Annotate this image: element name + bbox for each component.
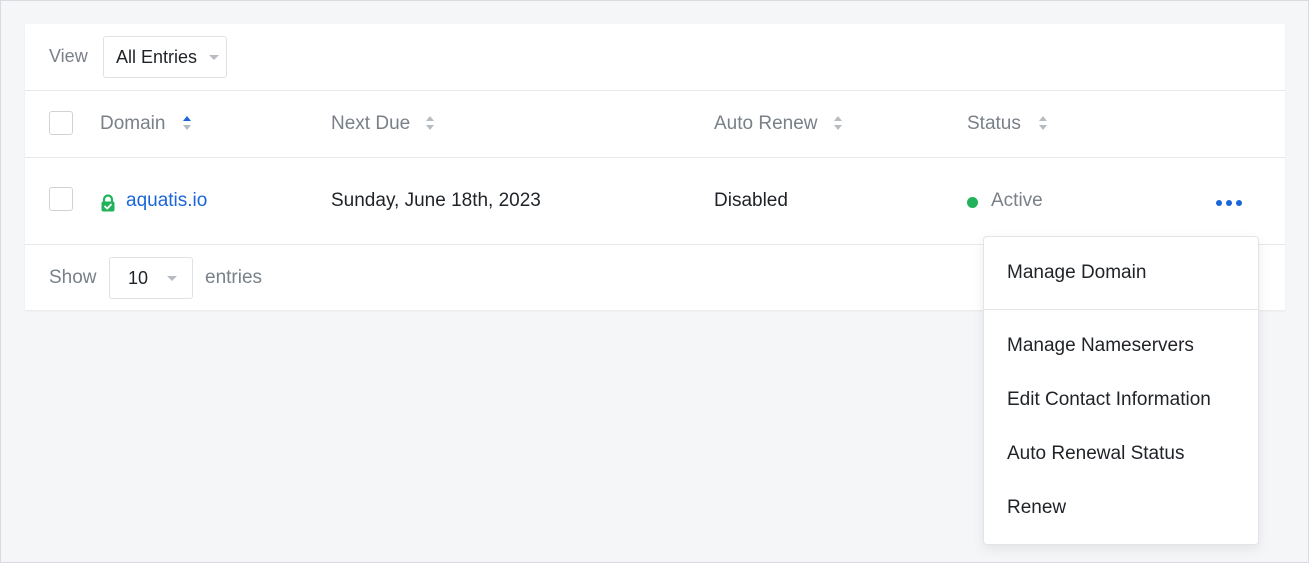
column-header-next-due[interactable]: Next Due xyxy=(331,113,410,135)
domain-link[interactable]: aquatis.io xyxy=(126,190,207,212)
more-actions-button[interactable] xyxy=(1209,190,1249,214)
chevron-down-icon xyxy=(167,276,177,281)
menu-item-manage-nameservers[interactable]: Manage Nameservers xyxy=(1007,335,1194,357)
auto-renew-value: Disabled xyxy=(714,190,788,211)
sort-icon[interactable] xyxy=(182,113,192,133)
select-all-checkbox[interactable] xyxy=(49,111,73,135)
view-select-value: All Entries xyxy=(116,47,198,67)
row-actions-menu: Manage Domain Manage Nameservers Edit Co… xyxy=(983,236,1259,545)
page-size-select[interactable]: 10 xyxy=(109,257,193,299)
view-filter-bar: View All Entries xyxy=(25,24,1285,91)
column-header-auto-renew[interactable]: Auto Renew xyxy=(714,113,818,135)
sort-icon[interactable] xyxy=(833,113,843,133)
sort-icon[interactable] xyxy=(1038,113,1048,133)
row-select-checkbox[interactable] xyxy=(49,187,73,211)
page-size-value: 10 xyxy=(128,268,149,288)
menu-item-manage-domain[interactable]: Manage Domain xyxy=(1007,262,1146,284)
show-label: Show xyxy=(49,267,97,288)
next-due-date: Sunday, June 18th, 2023 xyxy=(331,190,541,211)
entries-label: entries xyxy=(205,267,263,288)
column-header-status[interactable]: Status xyxy=(967,113,1021,135)
more-icon xyxy=(1216,200,1222,206)
table-header: Domain Next Due Auto Renew Status xyxy=(25,91,1285,158)
column-header-domain[interactable]: Domain xyxy=(100,113,165,135)
menu-item-auto-renewal-status[interactable]: Auto Renewal Status xyxy=(1007,443,1184,465)
sort-icon[interactable] xyxy=(425,113,435,133)
status-dot-icon xyxy=(967,197,978,208)
menu-item-renew[interactable]: Renew xyxy=(1007,497,1066,519)
lock-icon xyxy=(101,194,115,212)
menu-divider xyxy=(984,309,1258,310)
view-select[interactable]: All Entries xyxy=(103,36,227,78)
chevron-down-icon xyxy=(209,55,219,60)
view-label: View xyxy=(49,46,88,66)
menu-item-edit-contact-information[interactable]: Edit Contact Information xyxy=(1007,389,1211,411)
table-row: aquatis.io Sunday, June 18th, 2023 Disab… xyxy=(25,158,1285,245)
status-badge: Active xyxy=(991,190,1043,211)
